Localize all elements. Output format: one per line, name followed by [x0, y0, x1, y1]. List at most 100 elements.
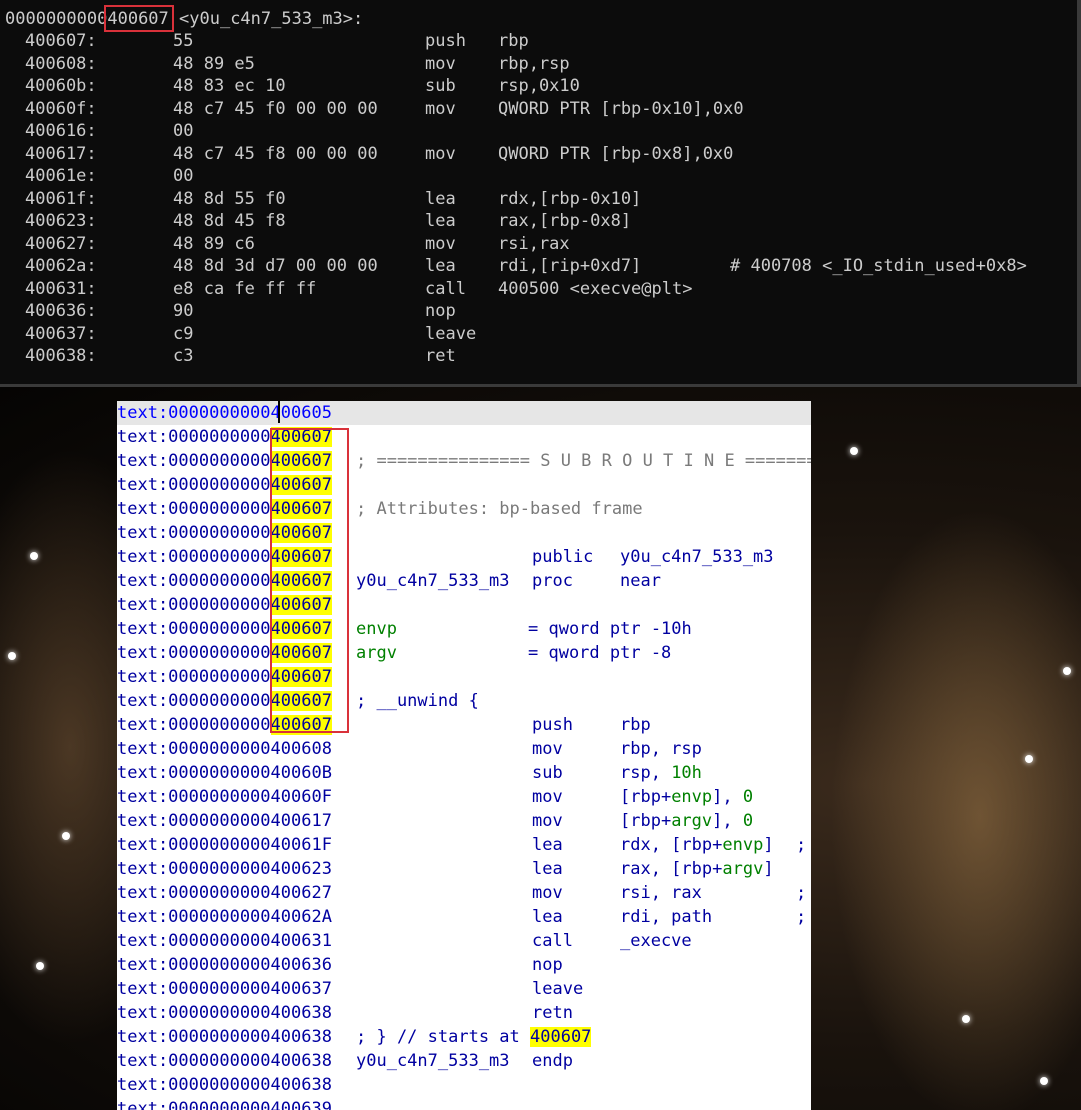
address-prefix: text:0000000000 [117, 883, 271, 903]
row-bytes: 90 [173, 301, 194, 321]
listing-line[interactable]: text:0000000000400607 public y0u_c4n7_533_… [117, 545, 811, 569]
header-addr-prefix: 0000000000 [5, 9, 108, 29]
text-cursor [278, 401, 280, 423]
row-operands: rdi,[rip+0xd7] [498, 256, 642, 276]
listing-line[interactable]: text:0000000000400605 [117, 401, 811, 425]
wallpaper-sparkle [36, 962, 44, 970]
row-mnemonic: lea [425, 188, 456, 209]
listing-line[interactable]: text:0000000000400608 mov rbp, rsp [117, 737, 811, 761]
instruction-operands: rbp, rsp [620, 739, 702, 759]
address-prefix: text:0000000000 [117, 931, 271, 951]
instruction-operands: rdx, [rbp+envp] [620, 833, 774, 857]
row-mnemonic: mov [425, 143, 456, 164]
listing-line[interactable]: text:0000000000400607 ; =============== S… [117, 449, 811, 473]
row-mnemonic: leave [425, 323, 477, 344]
stack-var-def: = qword ptr -8 [528, 643, 672, 663]
line-address: text:0000000000400607 [117, 449, 332, 473]
listing-line[interactable]: text:0000000000400639 [117, 1097, 811, 1110]
disasm-row: 40060f: 48 c7 45 f0 00 00 00 mov QWORD PTR … [0, 98, 1077, 120]
listing-line[interactable]: text:0000000000400607 [117, 473, 811, 497]
comment-marker: ; [796, 835, 807, 855]
address-offset: 400607 [270, 427, 332, 447]
listing-line[interactable]: text:000000000040060F mov [rbp+envp], 0 [117, 785, 811, 809]
listing-line[interactable]: text:0000000000400623 lea rax, [rbp+argv] [117, 857, 811, 881]
address-prefix: text:0000000000 [117, 451, 271, 471]
listing-line[interactable]: text:0000000000400607 ; Attributes: bp-ba… [117, 497, 811, 521]
row-operands: QWORD PTR [rbp-0x10],0x0 [498, 98, 744, 119]
operand-part: ], [712, 811, 743, 831]
operand-part: ], [712, 787, 743, 807]
row-operands: rbp,rsp [498, 53, 570, 74]
row-bytes: 48 c7 45 f8 00 00 00 [173, 143, 378, 164]
disasm-row: 400608: 48 89 e5 mov rbp,rsp [0, 53, 1077, 75]
listing-line[interactable]: text:0000000000400638 y0u_c4n7_533_m3 endp [117, 1049, 811, 1073]
listing-line[interactable]: text:0000000000400607 [117, 593, 811, 617]
row-mnemonic: mov [425, 233, 456, 254]
listing-line[interactable]: text:0000000000400607 [117, 521, 811, 545]
listing-line[interactable]: text:0000000000400631 call _execve [117, 929, 811, 953]
listing-line[interactable]: text:0000000000400607 argv = qword ptr -8 [117, 641, 811, 665]
disasm-row: 400607: 55 push rbp [0, 30, 1077, 52]
wallpaper-sparkle [1040, 1077, 1048, 1085]
listing-line[interactable]: text:0000000000400607 y0u_c4n7_533_m3 proc… [117, 569, 811, 593]
line-address: text:0000000000400607 [117, 521, 332, 545]
listing-line[interactable]: text:0000000000400607 [117, 425, 811, 449]
listing-line[interactable]: text:000000000040060B sub rsp, 10h [117, 761, 811, 785]
address-offset: 400636 [270, 955, 332, 975]
listing-line[interactable]: text:0000000000400607 [117, 665, 811, 689]
listing-line[interactable]: text:0000000000400627 mov rsi, rax; [117, 881, 811, 905]
line-address: text:0000000000400607 [117, 497, 332, 521]
operand-part: rdx, [rbp+ [620, 835, 723, 855]
listing-line[interactable]: text:0000000000400607 push rbp [117, 713, 811, 737]
address-offset: 400607 [270, 595, 332, 615]
line-address: text:0000000000400607 [117, 545, 332, 569]
row-address: 400617: [25, 143, 97, 164]
listing-line[interactable]: text:0000000000400607 ; __unwind { [117, 689, 811, 713]
address-offset: 400607 [270, 547, 332, 567]
line-address: text:0000000000400607 [117, 617, 332, 641]
row-bytes: 00 [173, 166, 194, 186]
listing-line[interactable]: text:0000000000400638 retn [117, 1001, 811, 1025]
row-operands: rbp [498, 31, 529, 51]
line-address: text:0000000000400605 [117, 401, 332, 425]
line-address: text:0000000000400607 [117, 641, 332, 665]
operand-part: argv [722, 859, 764, 879]
listing-line[interactable]: text:0000000000400617 mov [rbp+argv], 0 [117, 809, 811, 833]
operand-part: 0 [742, 811, 754, 831]
address-offset: 400638 [270, 1027, 332, 1047]
listing-line[interactable]: text:000000000040061F lea rdx, [rbp+envp]; [117, 833, 811, 857]
listing-line[interactable]: text:0000000000400638 [117, 1073, 811, 1097]
line-address: text:000000000040061F [117, 833, 332, 857]
listing-line[interactable]: text:000000000040062A lea rdi, path; [117, 905, 811, 929]
row-bytes: e8 ca fe ff ff [173, 278, 317, 299]
line-address: text:0000000000400608 [117, 737, 332, 761]
listing-line[interactable]: text:0000000000400636 nop [117, 953, 811, 977]
row-address: 400608: [25, 53, 97, 74]
comment-marker: ; [796, 883, 807, 903]
line-label: ; =============== S U B R O U T I N E ==… [356, 451, 811, 471]
listing-line[interactable]: text:0000000000400607 envp = qword ptr -10… [117, 617, 811, 641]
disasm-row: 40060b: 48 83 ec 10 sub rsp,0x10 [0, 75, 1077, 97]
address-prefix: text:0000000000 [117, 1051, 271, 1071]
listing-line[interactable]: text:0000000000400638 ; } // starts at 40… [117, 1025, 811, 1049]
listing-line[interactable]: text:0000000000400637 leave [117, 977, 811, 1001]
disasm-row: 40061e: 00 [0, 165, 1077, 187]
header-addr-boxed: 400607 [107, 9, 169, 29]
address-prefix: text:0000000000 [117, 739, 271, 759]
address-prefix: text:0000000000 [117, 907, 271, 927]
instruction-mnemonic: proc [532, 571, 573, 591]
row-bytes: c9 [173, 323, 194, 344]
row-address: 400638: [25, 346, 97, 366]
row-operands: rdx,[rbp-0x10] [498, 188, 642, 209]
line-address: text:0000000000400607 [117, 569, 332, 593]
address-offset: 400607 [270, 523, 332, 543]
instruction-mnemonic: public [532, 547, 594, 567]
ida-listing-view[interactable]: text:0000000000400605 text:00000000004006… [117, 401, 811, 1110]
address-prefix: text:0000000000 [117, 499, 271, 519]
line-label: y0u_c4n7_533_m3 [356, 1051, 510, 1071]
disasm-row: 400616: 00 [0, 120, 1077, 142]
instruction-operands: y0u_c4n7_533_m3 [620, 547, 774, 567]
line-address: text:0000000000400631 [117, 929, 332, 953]
row-mnemonic: sub [425, 76, 456, 96]
instruction-mnemonic: sub [532, 763, 563, 783]
